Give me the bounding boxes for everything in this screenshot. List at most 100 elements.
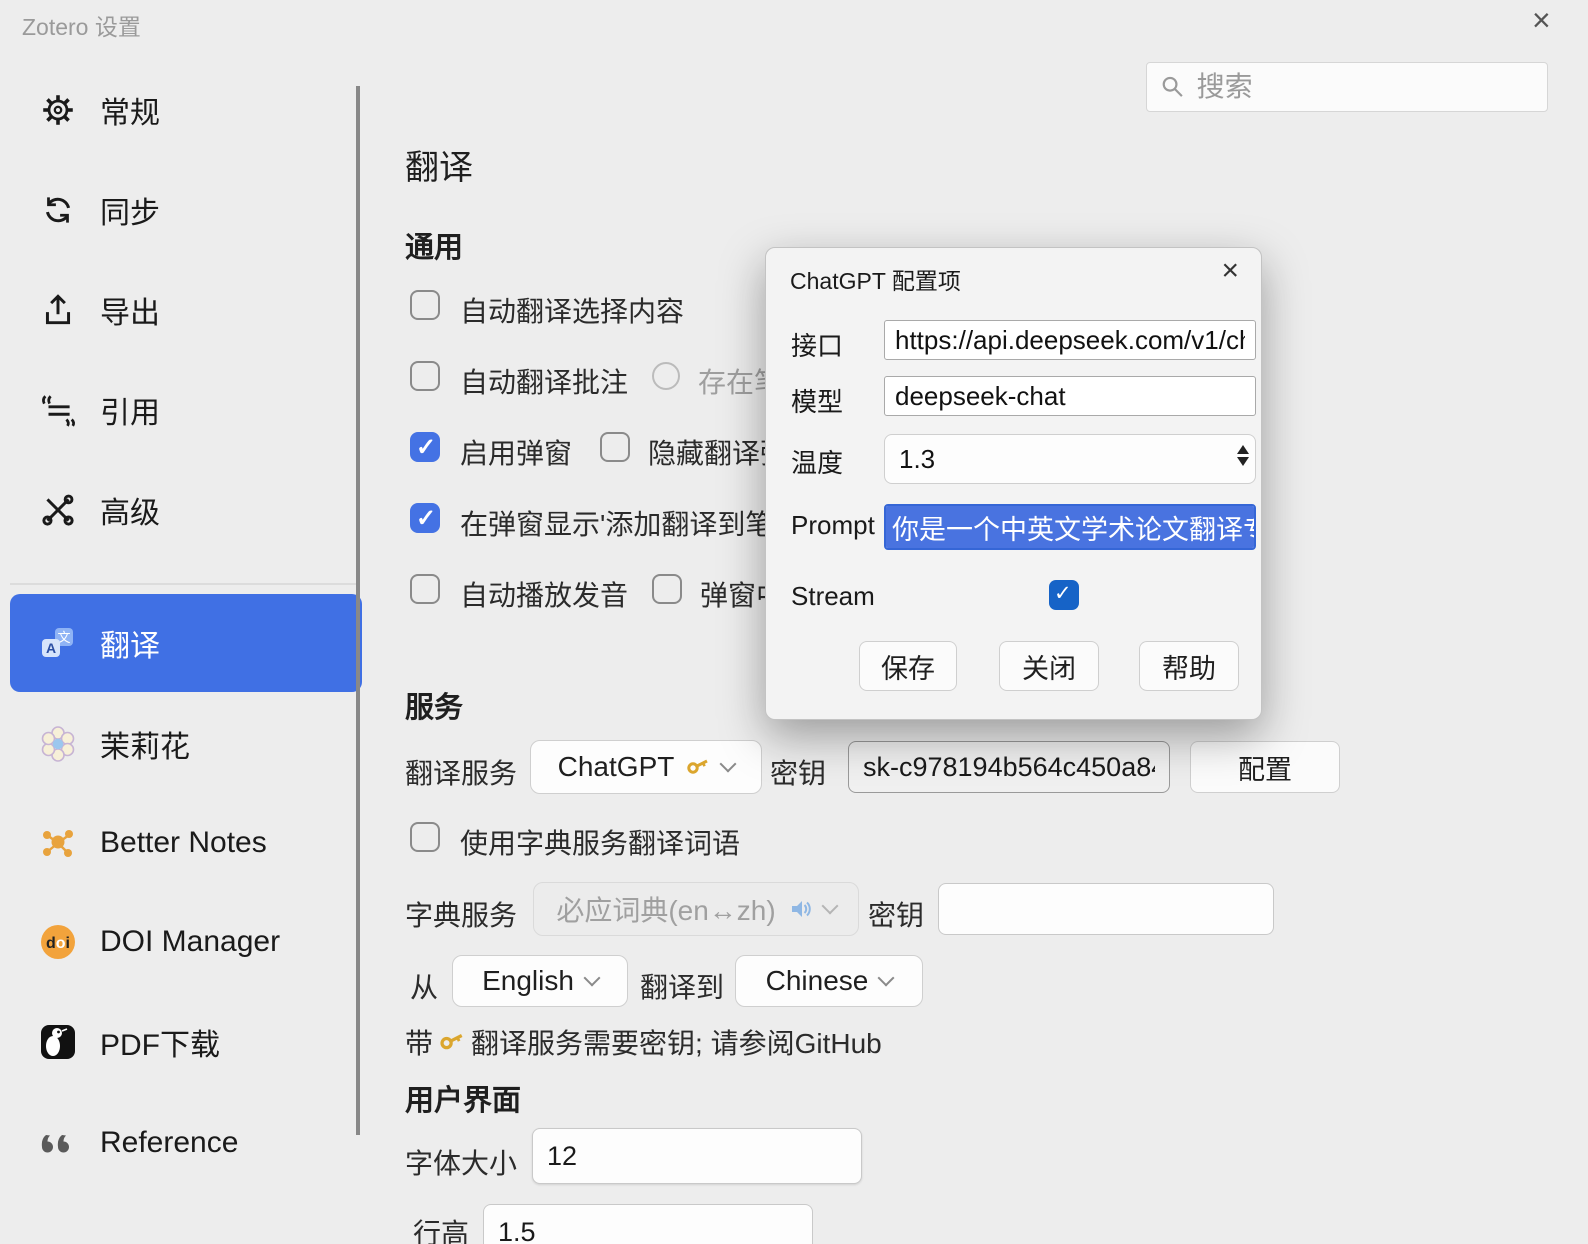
radio-annotation-exists-note[interactable] [652,362,680,390]
dict-secret-input[interactable] [938,883,1274,935]
save-button[interactable]: 保存 [859,641,957,691]
window-title: Zotero 设置 [22,8,141,42]
checkbox-auto-translate-selection[interactable] [410,290,440,320]
translate-service-dropdown[interactable]: ChatGPT [530,740,762,794]
checkbox-hide-popup[interactable] [600,432,630,462]
sidebar-item-label: 导出 [100,288,160,332]
sidebar-item-label: PDF下载 [100,1020,220,1064]
label-prompt: Prompt [791,510,875,541]
sidebar-item-label: 同步 [100,188,160,232]
label-font-size: 字体大小 [405,1142,517,1182]
save-button-label: 保存 [881,647,935,686]
section-service: 服务 [405,684,463,726]
sidebar-item-jasmine[interactable]: 茉莉花 [10,695,362,793]
close-button[interactable]: 关闭 [999,641,1099,691]
config-button-label: 配置 [1238,748,1292,787]
chevron-down-icon [583,970,600,987]
to-language-value: Chinese [766,965,869,997]
quote-icon [38,1123,78,1163]
line-height-input[interactable] [483,1204,813,1244]
svg-text:doi: doi [46,935,70,952]
section-ui: 用户界面 [405,1077,521,1119]
sidebar-item-label: 引用 [100,388,160,432]
to-language-dropdown[interactable]: Chinese [735,955,923,1007]
sidebar-item-sync[interactable]: 同步 [10,161,362,259]
prompt-selected-text: 你是一个中英文学术论文翻译专 [886,504,1256,550]
sidebar-item-advanced[interactable]: 高级 [10,461,362,559]
label-secret: 密钥 [770,752,826,792]
model-input[interactable] [884,376,1256,416]
sidebar-item-general[interactable]: 常规 [10,61,362,159]
page-title: 翻译 [405,140,473,189]
sidebar-item-export[interactable]: 导出 [10,261,362,359]
sidebar-item-label: DOI Manager [100,925,280,959]
sidebar-item-better-notes[interactable]: Better Notes [10,794,362,892]
endpoint-input[interactable] [884,320,1256,360]
label-to: 翻译到 [640,966,724,1006]
help-button[interactable]: 帮助 [1139,641,1239,691]
label-endpoint: 接口 [791,326,843,363]
sidebar-item-label: 翻译 [100,621,160,665]
penguin-icon [38,1022,78,1062]
sync-icon [38,190,78,230]
checkbox-popup-show-raw[interactable] [652,574,682,604]
chatgpt-config-dialog: ChatGPT 配置项 × 接口 模型 温度 1.3 Prompt 你是一个中英… [765,247,1262,720]
checkbox-auto-translate-annotation[interactable] [410,361,440,391]
sidebar-item-pdf-download[interactable]: PDF下载 [10,993,362,1091]
font-size-input[interactable] [532,1128,862,1184]
hint-suffix: 翻译服务需要密钥; 请参阅GitHub [471,1022,882,1062]
checkbox-show-add-to-note[interactable] [410,503,440,533]
label-translate-service: 翻译服务 [405,752,517,792]
label-show-add-to-note: 在弹窗显示'添加翻译到笔记' [460,503,807,543]
gear-icon [38,90,78,130]
checkbox-auto-play-audio[interactable] [410,574,440,604]
label-auto-translate-selection: 自动翻译选择内容 [460,290,684,330]
cite-icon [38,390,78,430]
dialog-close-icon[interactable]: × [1221,256,1239,286]
dict-service-dropdown[interactable]: 必应词典(en↔zh) [533,882,859,936]
temperature-input[interactable]: 1.3 [884,434,1256,484]
sidebar-item-label: 茉莉花 [100,722,190,766]
checkbox-stream[interactable] [1049,580,1079,610]
label-auto-play-audio: 自动播放发音 [460,574,628,614]
sidebar-item-label: 高级 [100,488,160,532]
label-line-height: 行高 [413,1212,469,1244]
dialog-title: ChatGPT 配置项 [790,262,961,296]
chevron-down-icon [821,898,838,915]
close-button-label: 关闭 [1022,647,1076,686]
sidebar-divider [10,583,358,585]
label-use-dict-service: 使用字典服务翻译词语 [460,822,740,862]
translate-service-value: ChatGPT [558,751,675,783]
sidebar-item-label: Reference [100,1126,238,1160]
prompt-input[interactable]: 你是一个中英文学术论文翻译专 [884,504,1256,550]
spinner-arrows-icon[interactable] [1237,445,1249,466]
molecule-icon [38,823,78,863]
label-auto-translate-annotation: 自动翻译批注 [460,361,628,401]
chevron-down-icon [720,756,737,773]
temperature-value: 1.3 [899,444,935,475]
label-dict-secret: 密钥 [868,894,924,934]
dict-service-value: 必应词典(en↔zh) [556,889,775,929]
sidebar-item-translate[interactable]: 文 A 翻译 [10,594,362,692]
secret-input[interactable] [848,741,1170,793]
sidebar-item-reference[interactable]: Reference [10,1094,362,1192]
export-icon [38,290,78,330]
tools-icon [38,490,78,530]
key-icon [686,755,710,779]
help-button-label: 帮助 [1162,647,1216,686]
from-language-dropdown[interactable]: English [452,955,628,1007]
pane-scrollbar[interactable] [356,86,360,1135]
checkbox-enable-popup[interactable] [410,432,440,462]
sidebar-item-label: 常规 [100,88,160,132]
sidebar-item-cite[interactable]: 引用 [10,361,362,459]
sidebar-item-label: Better Notes [100,826,267,860]
search-input[interactable] [1195,70,1533,104]
config-button[interactable]: 配置 [1190,741,1340,793]
sidebar-item-doi-manager[interactable]: doi DOI Manager [10,893,362,991]
search-box[interactable] [1146,62,1548,112]
label-dict-service: 字典服务 [405,894,517,934]
checkbox-use-dict-service[interactable] [410,822,440,852]
label-stream: Stream [791,581,875,612]
window-close-icon[interactable]: × [1532,4,1551,36]
key-icon [439,1029,465,1055]
